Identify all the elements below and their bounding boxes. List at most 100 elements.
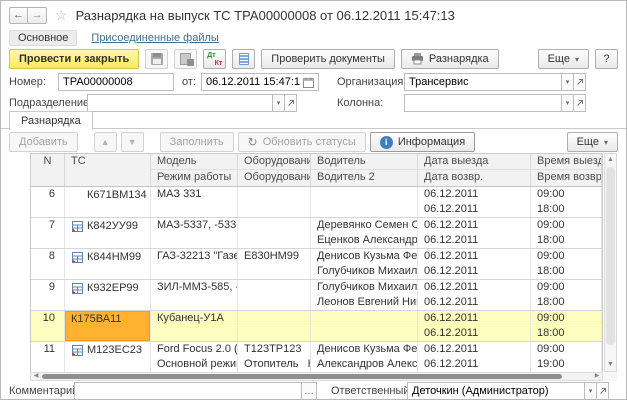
mode-cell[interactable]: Основной режим ... [151, 357, 238, 372]
equipment2-cell[interactable] [238, 326, 311, 341]
organization-input[interactable] [404, 73, 562, 91]
date-out-cell[interactable]: 06.12.2011 [418, 187, 531, 202]
driver2-cell[interactable]: Александров Алекса... [311, 357, 418, 372]
date-back-cell[interactable]: 06.12.2011 [418, 264, 531, 279]
equipment2-cell[interactable] [238, 295, 311, 310]
header-time-out[interactable]: Время выезда [531, 154, 602, 170]
driver1-cell[interactable] [311, 187, 418, 202]
time-out-cell[interactable]: 09:00 [531, 218, 602, 233]
equipment2-cell[interactable] [238, 233, 311, 248]
date-out-cell[interactable]: 06.12.2011 [418, 311, 531, 326]
time-out-cell[interactable]: 09:00 [531, 187, 602, 202]
check-documents-button[interactable]: Проверить документы [261, 49, 395, 69]
time-out-cell[interactable]: 09:00 [531, 249, 602, 264]
header-date-back[interactable]: Дата возвр. [418, 170, 531, 186]
more-button[interactable]: Еще▾ [538, 49, 589, 69]
model-cell[interactable]: ГАЗ-32213 "Газел... [151, 249, 238, 264]
information-button[interactable]: i Информация [370, 132, 475, 152]
header-driver2[interactable]: Водитель 2 [311, 170, 418, 186]
move-down-button[interactable]: ▼ [121, 132, 144, 152]
calendar-button[interactable] [300, 74, 317, 90]
help-button[interactable]: ? [595, 49, 618, 69]
mode-cell[interactable] [151, 295, 238, 310]
favorite-star-icon[interactable]: ☆ [55, 8, 68, 22]
mode-cell[interactable] [151, 264, 238, 279]
time-out-cell[interactable]: 09:00 [531, 311, 602, 326]
driver1-cell[interactable]: Деревянко Семен С... [311, 218, 418, 233]
horizontal-scrollbar[interactable]: ◀ ▶ [30, 372, 603, 381]
header-time-back[interactable]: Время возвр. [531, 170, 602, 186]
time-back-cell[interactable]: 19:00 [531, 357, 602, 372]
driver1-cell[interactable]: Голубчиков Михаил ... [311, 280, 418, 295]
driver2-cell[interactable]: Голубчиков Михаил ... [311, 264, 418, 279]
nav-attachments-link[interactable]: Присоединенные файлы [91, 32, 218, 44]
comment-more-button[interactable]: … [301, 382, 317, 400]
time-out-cell[interactable]: 09:00 [531, 342, 602, 357]
model-cell[interactable]: МАЗ 331 [151, 187, 238, 202]
header-model[interactable]: Модель [151, 154, 238, 170]
date-back-cell[interactable]: 06.12.2011 [418, 357, 531, 372]
table-row[interactable]: 6 К671ВМ134 МАЗ 331 06.12.2011 09:00 06.… [31, 187, 602, 218]
header-mode[interactable]: Режим работы ТС [151, 170, 238, 186]
header-equipment1[interactable]: Оборудование 1 [238, 154, 311, 170]
row-number-cell[interactable]: 8 [31, 249, 65, 279]
date-back-cell[interactable]: 06.12.2011 [418, 202, 531, 217]
equipment1-cell[interactable] [238, 187, 311, 202]
table-row[interactable]: 7 К842УУ99 МАЗ-5337, -53371 Деревянко Се… [31, 218, 602, 249]
model-cell[interactable]: МАЗ-5337, -53371 [151, 218, 238, 233]
driver2-cell[interactable] [311, 326, 418, 341]
back-icon[interactable]: ← [9, 7, 28, 24]
time-back-cell[interactable]: 18:00 [531, 326, 602, 341]
model-cell[interactable]: Кубанец-У1А [151, 311, 238, 326]
table-row[interactable]: 10 К175ВА11 Кубанец-У1А 06.12.2011 09:00… [31, 311, 602, 342]
move-up-button[interactable]: ▲ [94, 132, 117, 152]
equipment1-cell[interactable]: Т123ТР123 [238, 342, 311, 357]
vertical-scrollbar[interactable]: ▲ ▼ [604, 153, 617, 372]
horizontal-scroll-thumb[interactable] [42, 374, 562, 379]
number-input[interactable] [58, 73, 174, 91]
driver1-cell[interactable] [311, 311, 418, 326]
header-equipment2[interactable]: Оборудование 2 [238, 170, 311, 186]
tab-raznaryadka[interactable]: Разнарядка [9, 111, 93, 130]
time-back-cell[interactable]: 18:00 [531, 295, 602, 310]
equipment2-cell[interactable]: Отопитель К8... [238, 357, 311, 372]
driver2-cell[interactable] [311, 202, 418, 217]
create-based-on-button[interactable] [174, 49, 197, 69]
fill-button[interactable]: Заполнить [160, 132, 234, 152]
dtkt-button[interactable]: ДтКт [203, 49, 226, 69]
equipment1-cell[interactable] [238, 280, 311, 295]
date-back-cell[interactable]: 06.12.2011 [418, 233, 531, 248]
vehicle-cell[interactable]: К844НМ99 [65, 249, 151, 279]
responsible-input[interactable] [407, 382, 585, 400]
save-button[interactable] [145, 49, 168, 69]
equipment2-cell[interactable] [238, 264, 311, 279]
equipment1-cell[interactable] [238, 311, 311, 326]
nav-main[interactable]: Основное [9, 30, 77, 46]
header-driver1[interactable]: Водитель [311, 154, 418, 170]
row-number-cell[interactable]: 6 [31, 187, 65, 217]
vehicle-cell[interactable]: К932ЕР99 [65, 280, 151, 310]
row-number-cell[interactable]: 11 [31, 342, 65, 372]
vehicle-cell[interactable]: К671ВМ134 [65, 187, 151, 217]
equipment2-cell[interactable] [238, 202, 311, 217]
table-more-button[interactable]: Еще▾ [567, 132, 618, 152]
time-back-cell[interactable]: 18:00 [531, 264, 602, 279]
scroll-left-icon[interactable]: ◀ [31, 373, 41, 380]
date-out-cell[interactable]: 06.12.2011 [418, 249, 531, 264]
time-back-cell[interactable]: 18:00 [531, 202, 602, 217]
mode-cell[interactable] [151, 233, 238, 248]
model-cell[interactable]: Ford Focus 2.0 (4... [151, 342, 238, 357]
refresh-statuses-button[interactable]: ↻ Обновить статусы [238, 132, 366, 152]
driver1-cell[interactable]: Денисов Кузьма Фе... [311, 249, 418, 264]
print-raznaryadka-button[interactable]: Разнарядка [401, 49, 499, 69]
equipment1-cell[interactable]: Е830НМ99 [238, 249, 311, 264]
table-row[interactable]: 9 К932ЕР99 ЗИЛ-ММЗ-585, -58... Голубчико… [31, 280, 602, 311]
date-out-cell[interactable]: 06.12.2011 [418, 280, 531, 295]
vertical-scroll-thumb[interactable] [606, 167, 615, 345]
post-and-close-button[interactable]: Провести и закрыть [9, 49, 139, 69]
header-n[interactable]: N [31, 154, 65, 186]
scroll-down-icon[interactable]: ▼ [605, 359, 616, 371]
date-back-cell[interactable]: 06.12.2011 [418, 295, 531, 310]
vehicle-cell[interactable]: К175ВА11 [65, 311, 151, 341]
comment-input[interactable] [74, 382, 302, 400]
